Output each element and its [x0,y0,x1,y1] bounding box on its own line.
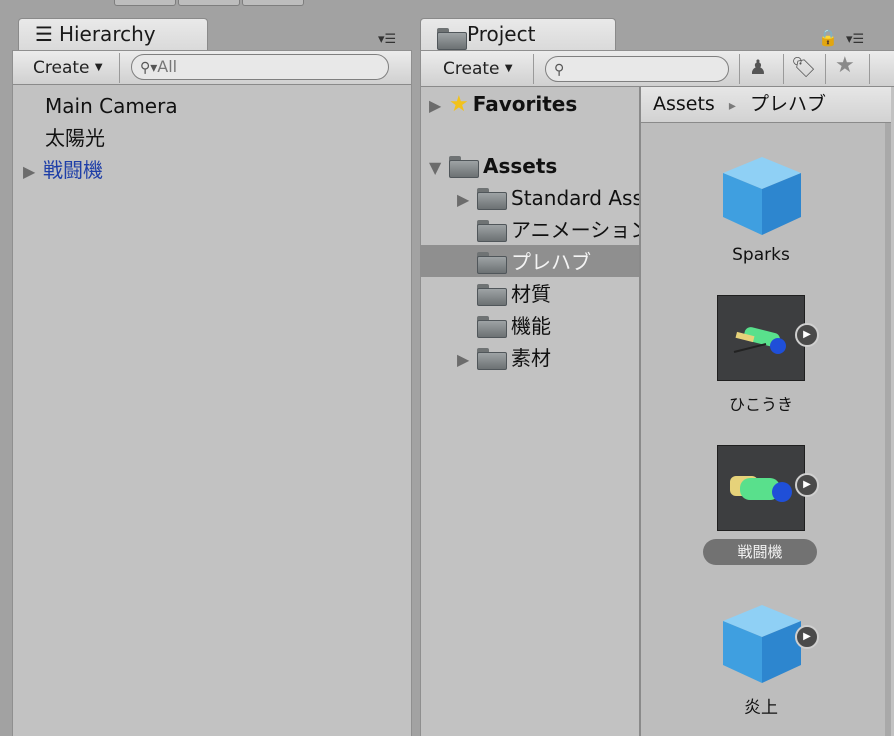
panel-menu-icon[interactable]: ▾☰ [846,32,864,47]
item-label: 太陽光 [45,126,105,150]
divider [119,53,120,83]
folder-item[interactable]: 機能 [477,311,551,341]
prefab-cube-icon [723,157,801,235]
play-icon[interactable]: ▶ [795,473,819,497]
asset-grid-pane: Assets ▸ プレハブ Sparks ▶ ひこうき ▶ 戦闘機 ▶ 炎上 [641,87,891,736]
folder-item[interactable]: 材質 [477,279,551,309]
folder-label: 材質 [511,282,551,306]
project-create-button[interactable]: Create ▼ [443,54,513,84]
scrollbar[interactable] [885,123,891,736]
create-label: Create [33,58,90,78]
model-thumbnail [717,445,805,531]
search-placeholder: All [157,57,178,76]
divider [869,54,870,84]
expand-arrow-icon[interactable]: ▶ [429,91,449,121]
item-label: Main Camera [45,94,178,118]
breadcrumb-current[interactable]: プレハブ [750,93,826,115]
folder-item-selected[interactable]: プレハブ [477,247,591,277]
favorites-label: Favorites [472,92,578,116]
folder-icon [477,220,507,242]
star-icon: ★ [449,92,469,117]
project-folder-tree: ▶★Favorites ▼Assets ▶Standard Assets アニメ… [421,87,639,736]
folder-icon [477,316,507,338]
folder-label: Standard Assets [511,186,639,210]
asset-item[interactable]: ▶ 炎上 [701,595,841,735]
hierarchy-tab-label: Hierarchy [58,22,156,46]
lock-icon[interactable]: 🔒 [818,28,838,47]
asset-label: ひこうき [728,395,793,414]
expand-arrow-icon[interactable]: ▶ [457,345,477,375]
top-strip [0,0,894,16]
breadcrumb-root[interactable]: Assets [653,93,715,115]
model-thumbnail [717,295,805,381]
folder-icon [437,19,467,50]
folder-item[interactable]: ▶ Standard Assets [457,183,639,215]
folder-icon [477,284,507,306]
breadcrumb-separator-icon: ▸ [728,98,736,114]
tab-hierarchy[interactable]: ☰ Hierarchy [18,18,208,50]
expand-arrow-icon[interactable]: ▶ [457,185,477,215]
folder-icon [477,188,507,210]
folder-label: 機能 [511,314,551,338]
project-panel: Create ▼ ⚲ ♟ 🏷 ★ ▶ ★ Favorites ▼ Assets ▶ St… [420,50,894,736]
breadcrumb: Assets ▸ プレハブ [641,87,891,123]
folder-icon [477,252,507,274]
divider [783,54,784,84]
tab-project[interactable]: Project [420,18,616,50]
assets-root-item[interactable]: ▼ Assets [429,151,557,183]
hierarchy-item[interactable]: ▶ 戦闘機 [23,155,103,187]
hierarchy-search-input[interactable]: ⚲▾All [131,54,389,80]
filter-by-label-icon[interactable]: 🏷 [791,55,816,79]
asset-item[interactable]: ▶ ひこうき [701,295,841,435]
divider [825,54,826,84]
hierarchy-toolbar: Create ▼ ⚲▾All [13,51,411,85]
asset-label-selected: 戦闘機 [703,539,817,565]
folder-icon [449,156,479,178]
panel-menu-icon[interactable]: ▾☰ [378,32,396,47]
folder-label: アニメーション [511,218,639,242]
folder-label: 素材 [511,346,551,370]
asset-label: Sparks [732,245,790,265]
folder-label: プレハブ [511,250,591,274]
project-toolbar: Create ▼ ⚲ ♟ 🏷 ★ [421,51,894,87]
divider [739,54,740,84]
hierarchy-item[interactable]: 太陽光 [45,123,105,153]
plane-model-icon [733,327,786,354]
favorite-star-icon[interactable]: ★ [835,53,855,78]
prefab-cube-icon [723,605,801,683]
collapse-arrow-icon[interactable]: ▼ [429,153,449,183]
asset-item-selected[interactable]: ▶ 戦闘機 [701,445,841,585]
folder-item[interactable]: アニメーション [477,215,639,245]
item-label: 戦闘機 [43,158,103,182]
search-icon: ⚲▾ [140,60,158,76]
filter-by-type-icon[interactable]: ♟ [749,55,767,79]
play-icon[interactable]: ▶ [795,323,819,347]
folder-icon [477,348,507,370]
favorites-item[interactable]: ▶ ★ Favorites [429,89,577,121]
play-icon[interactable]: ▶ [795,625,819,649]
toolbar-segment[interactable] [178,0,240,6]
hierarchy-create-button[interactable]: Create ▼ [33,53,103,83]
project-tab-label: Project [467,22,536,46]
expand-arrow-icon[interactable]: ▶ [23,157,43,187]
list-icon: ☰ [35,22,53,46]
fighter-model-icon [730,476,792,502]
toolbar-segment[interactable] [114,0,176,6]
project-search-input[interactable]: ⚲ [545,56,729,82]
dropdown-arrow-icon: ▼ [504,63,513,74]
toolbar-segment[interactable] [242,0,304,6]
dropdown-arrow-icon: ▼ [94,62,103,73]
folder-item[interactable]: ▶ 素材 [457,343,551,375]
assets-label: Assets [483,154,558,178]
hierarchy-item[interactable]: Main Camera [45,91,178,121]
hierarchy-panel: Create ▼ ⚲▾All Main Camera 太陽光 ▶ 戦闘機 [12,50,412,736]
asset-label: 炎上 [744,698,778,718]
asset-item[interactable]: Sparks [701,147,821,277]
divider [533,54,534,84]
create-label: Create [443,59,500,79]
search-icon: ⚲ [554,62,565,78]
